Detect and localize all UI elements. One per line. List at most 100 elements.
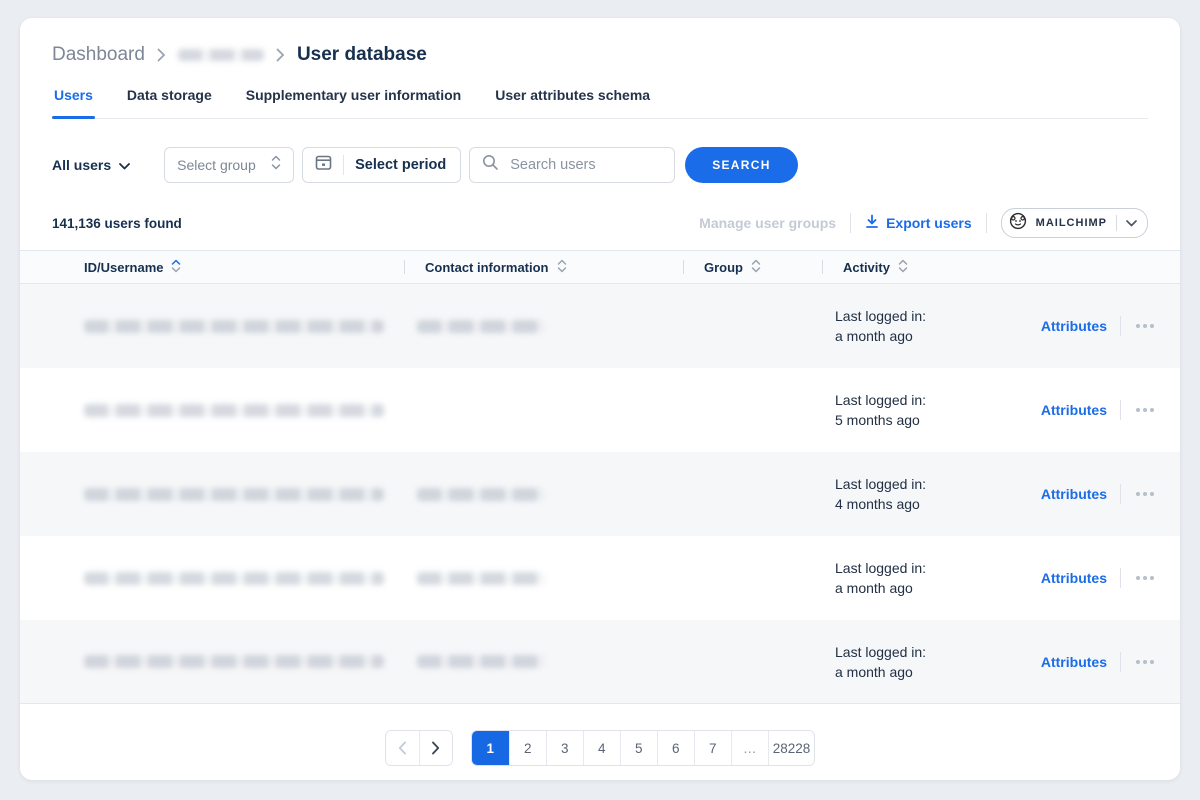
divider [1116,215,1117,231]
chevron-right-icon [157,48,166,62]
next-page-button[interactable] [419,731,452,765]
breadcrumb-dashboard[interactable]: Dashboard [52,44,145,66]
activity-line2: a month ago [835,662,926,682]
id-username-cell [84,536,404,620]
activity-cell: Last logged in:5 months ago [822,368,1015,452]
row-actions-cell: Attributes [1015,536,1156,620]
redacted-id-text [84,488,384,501]
breadcrumb-project-redacted[interactable] [178,49,264,61]
tab-label: Data storage [127,87,212,103]
users-found-count: 141,136 users found [52,216,182,231]
redacted-contact-text [417,655,545,668]
group-select[interactable]: Select group [164,147,294,183]
row-menu-button[interactable] [1134,404,1156,416]
sort-icon[interactable] [898,259,908,276]
group-cell [683,368,822,452]
mailchimp-button[interactable]: MAILCHIMP [1001,208,1148,238]
contact-information-cell [404,368,683,452]
chevron-down-icon [119,157,130,173]
group-cell [683,536,822,620]
row-menu-button[interactable] [1134,320,1156,332]
table-row: Last logged in:4 months ago Attributes [20,452,1180,536]
page-button-1[interactable]: 1 [472,731,509,765]
page-button-28228[interactable]: 28228 [768,731,815,765]
page-button-7[interactable]: 7 [694,731,731,765]
calendar-icon [315,154,332,176]
pagination-pages: 1234567…28228 [471,730,816,766]
activity-line1: Last logged in: [835,306,926,326]
tab-user-attributes-schema[interactable]: User attributes schema [493,87,652,118]
activity-line1: Last logged in: [835,642,926,662]
tabs: Users Data storage Supplementary user info… [52,87,1148,119]
redacted-id-text [84,404,384,417]
table-row: Last logged in:5 months ago Attributes [20,368,1180,452]
column-header-group[interactable]: Group [683,251,822,283]
search-icon [482,154,499,176]
table-header: ID/UsernameContact informationGroupActiv… [20,250,1180,284]
row-actions-cell: Attributes [1015,368,1156,452]
sort-icon[interactable] [751,259,761,276]
redacted-contact-text [417,572,545,585]
column-header-id-username[interactable]: ID/Username [84,251,404,283]
sort-icon[interactable] [557,259,567,276]
breadcrumb: Dashboard User database [52,44,1148,66]
id-username-cell [84,368,404,452]
row-menu-button[interactable] [1134,656,1156,668]
scope-label: All users [52,157,111,173]
attributes-link[interactable]: Attributes [1041,486,1107,502]
contact-information-cell [404,536,683,620]
attributes-link[interactable]: Attributes [1041,570,1107,586]
page-button-4[interactable]: 4 [583,731,620,765]
group-cell [683,284,822,368]
page-button-3[interactable]: 3 [546,731,583,765]
activity-line1: Last logged in: [835,390,926,410]
tab-label: Supplementary user information [246,87,461,103]
page-button-2[interactable]: 2 [509,731,546,765]
activity-cell: Last logged in:a month ago [822,536,1015,620]
divider [822,260,823,274]
row-menu-button[interactable] [1134,488,1156,500]
manage-user-groups-button[interactable]: Manage user groups [699,215,836,231]
row-actions-cell: Attributes [1015,452,1156,536]
sort-icon[interactable] [171,259,181,276]
divider [1120,568,1121,588]
table-body: Last logged in:a month agoAttributesLast… [20,284,1180,704]
divider [850,213,851,233]
divider [1120,400,1121,420]
scope-dropdown[interactable]: All users [52,157,130,173]
period-select[interactable]: Select period [302,147,461,183]
tab-supplementary-user-information[interactable]: Supplementary user information [244,87,463,118]
row-actions-cell: Attributes [1015,284,1156,368]
users-table: ID/UsernameContact informationGroupActiv… [20,250,1180,704]
id-username-cell [84,620,404,703]
group-select-placeholder: Select group [177,157,256,173]
activity-cell: Last logged in:4 months ago [822,452,1015,536]
activity-line2: a month ago [835,578,926,598]
redacted-id-text [84,655,384,668]
export-users-button[interactable]: Export users [865,214,972,232]
prev-page-button[interactable] [386,731,419,765]
activity-line1: Last logged in: [835,474,926,494]
attributes-link[interactable]: Attributes [1041,402,1107,418]
row-actions-cell: Attributes [1015,620,1156,703]
tab-label: User attributes schema [495,87,650,103]
search-button[interactable]: SEARCH [685,147,797,183]
page-button-6[interactable]: 6 [657,731,694,765]
divider [343,155,344,175]
divider [1120,652,1121,672]
redacted-id-text [84,320,384,333]
page-button-5[interactable]: 5 [620,731,657,765]
divider [1120,484,1121,504]
export-users-label: Export users [886,215,972,231]
tab-users[interactable]: Users [52,87,95,118]
attributes-link[interactable]: Attributes [1041,654,1107,670]
column-header-contact-information[interactable]: Contact information [404,251,683,283]
tab-data-storage[interactable]: Data storage [125,87,214,118]
period-select-placeholder: Select period [355,157,446,173]
attributes-link[interactable]: Attributes [1041,318,1107,334]
row-menu-button[interactable] [1134,572,1156,584]
column-header-activity[interactable]: Activity [822,251,1015,283]
divider [1120,316,1121,336]
search-input[interactable] [508,156,662,174]
redacted-contact-text [417,320,545,333]
